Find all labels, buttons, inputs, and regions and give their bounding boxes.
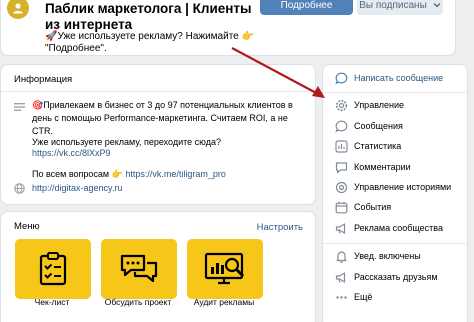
globe-icon (14, 183, 25, 194)
info-link-vkcc[interactable]: https://vk.cc/8lXxP9 (32, 147, 111, 160)
calendar-icon (335, 201, 347, 213)
side-item-manage[interactable]: Управление (323, 95, 467, 115)
menu-tile-label: Чек-лист (34, 297, 70, 307)
side-item-share[interactable]: Рассказать друзьям (323, 267, 467, 287)
side-item-events[interactable]: События (323, 197, 467, 217)
chevron-down-icon (433, 3, 441, 8)
side-item-label: Статистика (354, 141, 402, 151)
side-item-stats[interactable]: Статистика (323, 136, 467, 156)
description-icon (14, 103, 25, 111)
info-contact-line: По всем вопросам 👉 https://vk.me/tiligra… (32, 168, 302, 181)
side-item-label: Увед. включены (354, 251, 421, 261)
megaphone-icon (335, 222, 345, 234)
side-item-stories[interactable]: Управление историями (323, 177, 467, 197)
menu-tile-audit[interactable] (187, 239, 263, 299)
side-item-more[interactable]: Ещё (323, 287, 467, 307)
side-item-ads[interactable]: Реклама сообщества (323, 218, 467, 238)
side-item-label: Сообщения (354, 121, 403, 131)
info-divider (1, 91, 315, 92)
community-title: Паблик маркетолога | Клиенты из интернет… (45, 1, 252, 32)
side-item-label: Написать сообщение (354, 73, 444, 83)
side-item-messages[interactable]: Сообщения (323, 116, 467, 136)
more-button[interactable]: Подробнее (260, 0, 353, 15)
info-link-vkme[interactable]: https://vk.me/tiligram_pro (125, 169, 226, 179)
bell-icon (335, 250, 347, 263)
comment-icon (335, 161, 347, 173)
side-item-label: Управление (354, 100, 405, 110)
community-header: Паблик маркетолога | Клиенты из интернет… (0, 0, 456, 56)
message-icon (334, 120, 347, 132)
info-card: Информация 🎯Привлекаем в бизнес от 3 до … (0, 64, 316, 205)
info-site-link[interactable]: http://digitax-agency.ru (32, 182, 122, 195)
side-item-label: События (354, 202, 392, 212)
stories-icon (335, 181, 347, 193)
more-button-label: Подробнее (280, 0, 333, 11)
info-contact-prefix: По всем вопросам 👉 (32, 169, 123, 179)
gear-icon (335, 99, 347, 111)
more-icon (335, 295, 347, 299)
menu-tile-discuss[interactable] (101, 239, 177, 299)
side-item-label: Управление историями (354, 182, 452, 192)
chat-icon (120, 254, 158, 283)
side-item-comments[interactable]: Комментарии (323, 157, 467, 177)
message-icon (334, 72, 347, 84)
subscribed-button-label: Вы подписаны (359, 0, 427, 11)
side-item-label: Рассказать друзьям (354, 272, 438, 282)
side-actions-card: Написать сообщение Управление Сообщения … (322, 64, 468, 322)
community-status: 🚀Уже используете рекламу? Нажимайте 👉 "П… (45, 31, 254, 54)
menu-setup-link[interactable]: Настроить (257, 222, 303, 233)
menu-tile-label: Обсудить проект (104, 297, 172, 307)
side-divider (323, 92, 467, 93)
monitor-search-icon (204, 252, 245, 285)
side-item-label: Ещё (354, 292, 373, 302)
side-item-label: Комментарии (354, 162, 411, 172)
megaphone-icon (335, 271, 345, 283)
side-item-label: Реклама сообщества (354, 223, 443, 233)
avatar-face-icon (13, 3, 23, 14)
side-divider (323, 243, 467, 244)
stats-icon (334, 139, 348, 153)
checklist-icon (39, 252, 67, 286)
community-avatar[interactable] (7, 0, 29, 19)
subscribed-button[interactable]: Вы подписаны (357, 0, 443, 15)
info-description: 🎯Привлекаем в бизнес от 3 до 97 потенциа… (32, 100, 293, 136)
menu-tile-checklist[interactable] (15, 239, 91, 299)
side-item-write-message[interactable]: Написать сообщение (323, 68, 467, 88)
menu-tile-label: Аудит рекламы (193, 297, 255, 307)
info-title: Информация (14, 74, 73, 85)
side-item-notifications[interactable]: Увед. включены (323, 246, 467, 266)
menu-title: Меню (14, 221, 40, 232)
